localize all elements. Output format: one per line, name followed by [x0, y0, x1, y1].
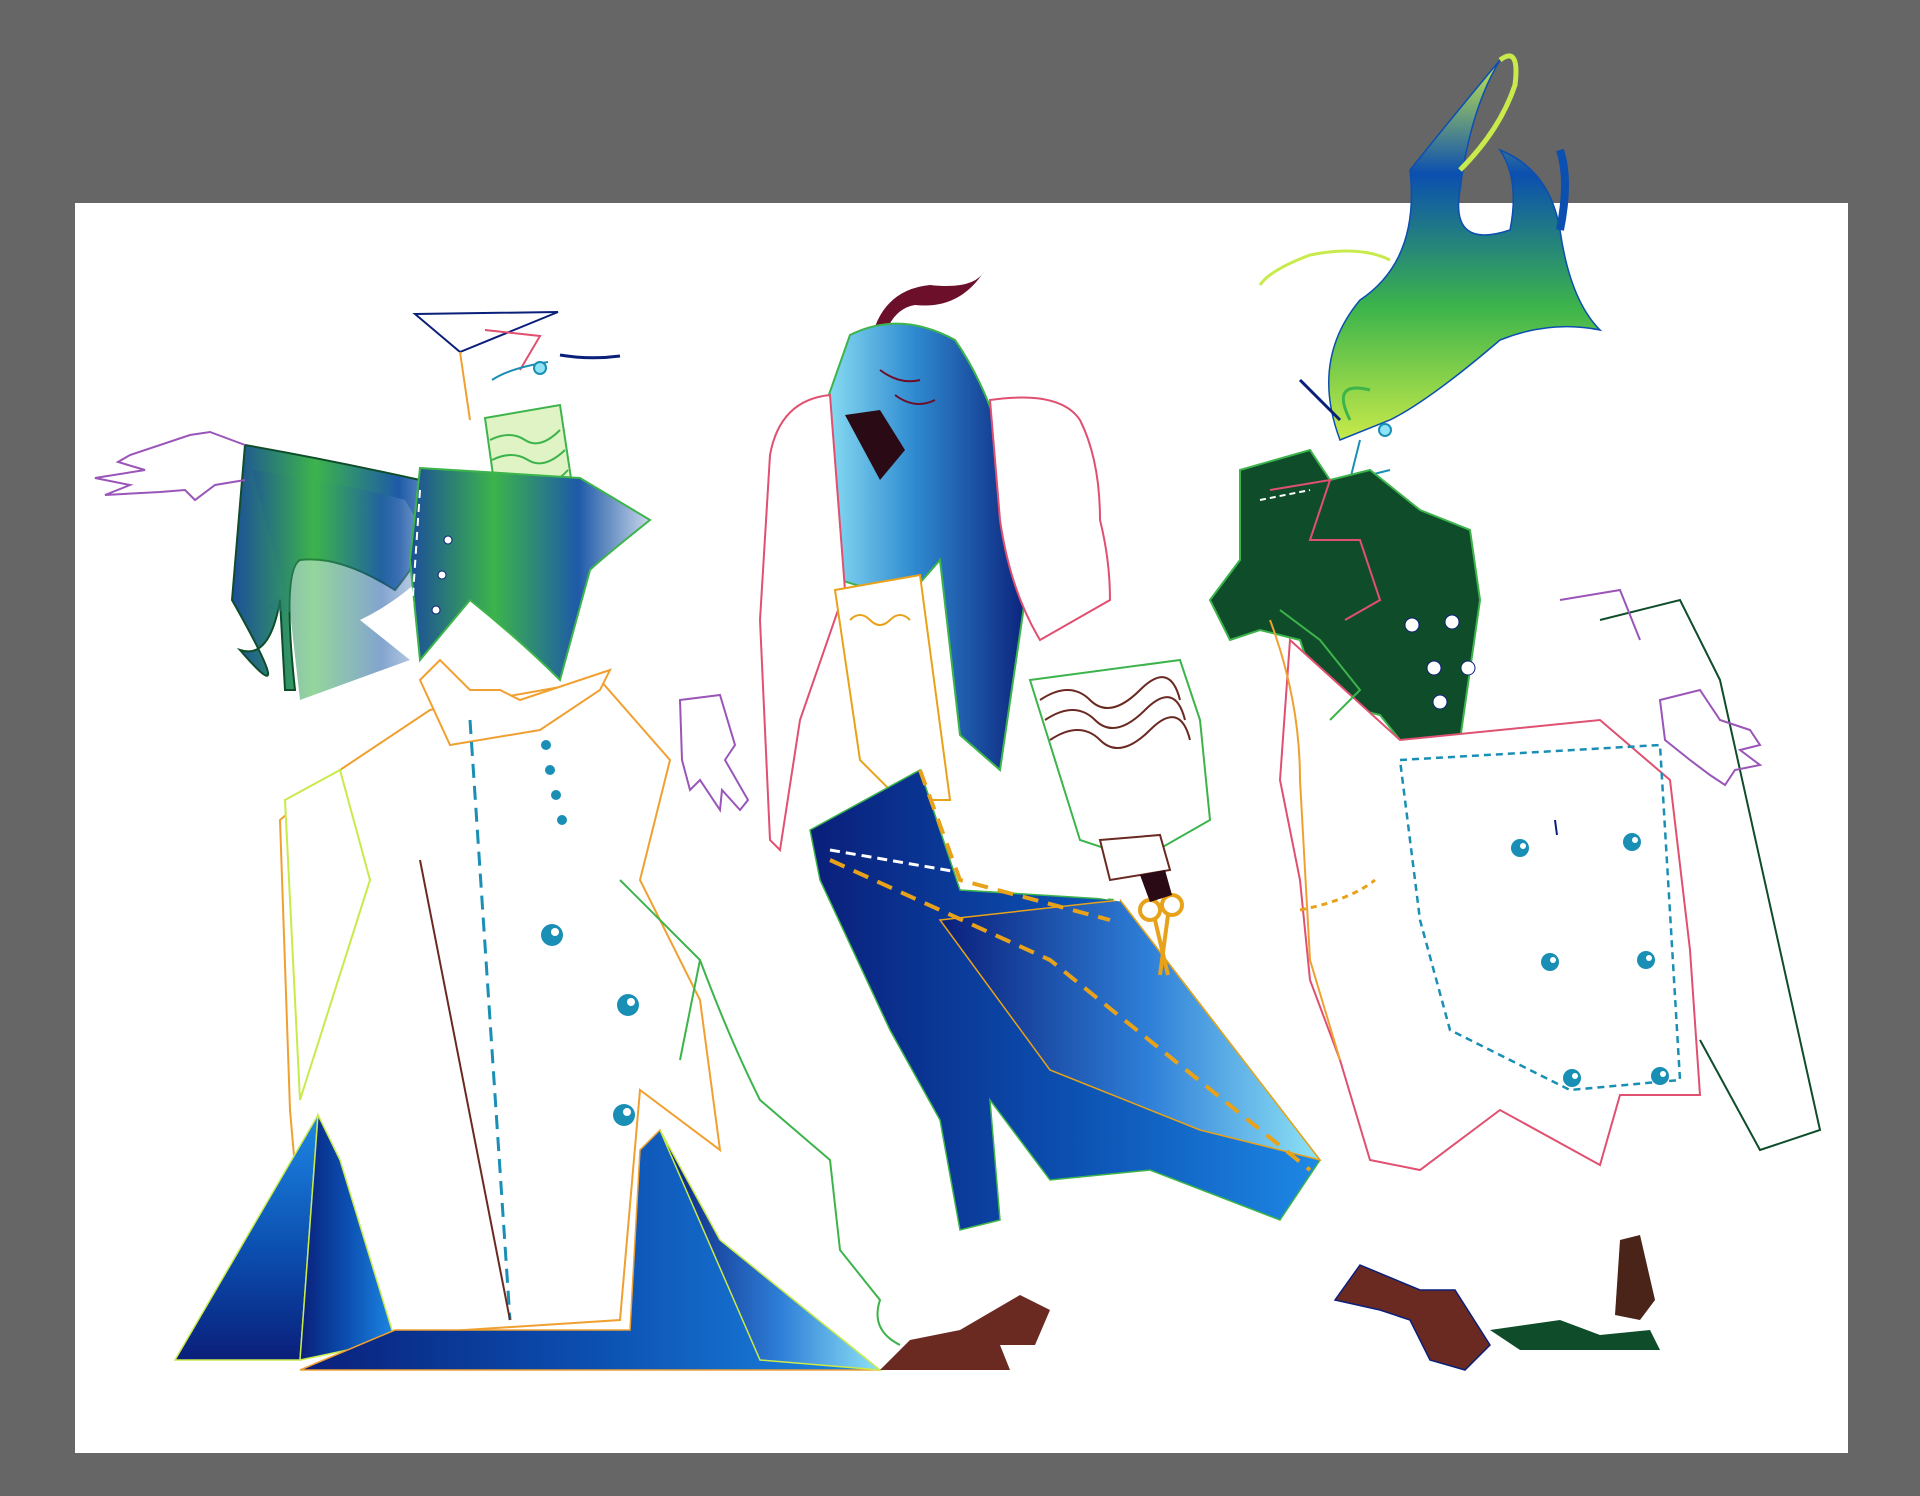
illustration-stage [0, 0, 1920, 1496]
fashion-illustration [75, 53, 1848, 1453]
